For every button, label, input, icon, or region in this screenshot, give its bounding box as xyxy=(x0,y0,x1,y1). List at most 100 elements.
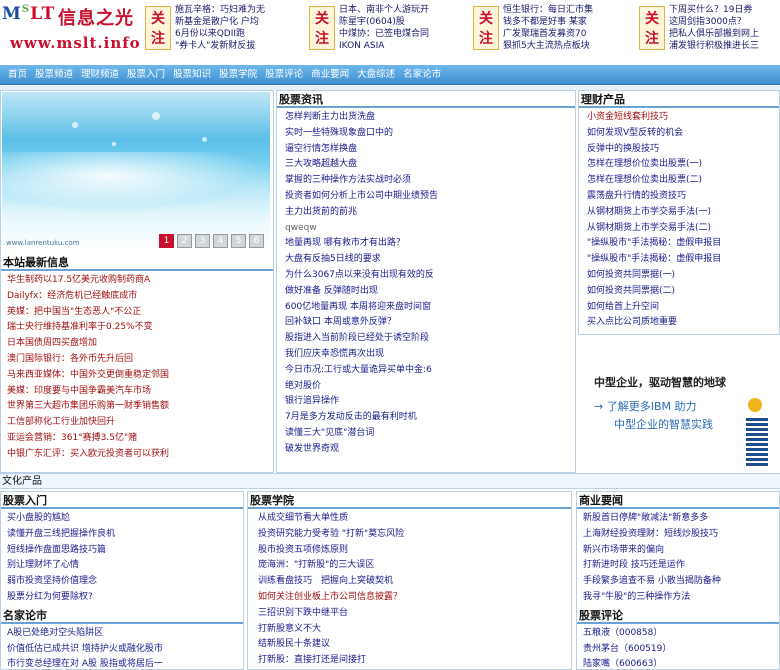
focus-link[interactable]: 广发聚瑞首发募资70 xyxy=(503,28,593,40)
stock-news-link[interactable]: 逼空行情怎样换盘 xyxy=(285,142,575,158)
stock-news-link[interactable]: 做好准备 反弹随时出现 xyxy=(285,284,575,300)
latest-link[interactable]: 澳门国际银行：各外币先升后回 xyxy=(7,352,273,368)
nav-stock-channel[interactable]: 股票频道 xyxy=(31,65,77,85)
academy-link[interactable]: 如何关注创业板上市公司信息披露？ xyxy=(258,590,571,606)
slide-page-button[interactable]: 1 xyxy=(159,234,174,248)
focus-link[interactable]: IKON ASIA xyxy=(339,40,429,52)
stock-news-link[interactable]: 绝对股价 xyxy=(285,379,575,395)
academy-link[interactable]: 股市投资五项修炼原则 xyxy=(258,543,571,559)
academy-link[interactable]: 三招识别下跌中继平台 xyxy=(258,606,571,622)
finance-link[interactable]: "操纵股市"手法揭秘：虚假申报目 xyxy=(587,252,779,268)
latest-link[interactable]: 瑞士央行维持基准利率于0.25%不变 xyxy=(7,320,273,336)
mingjia-link[interactable]: 市行变总经理在对 A股 股指或将居后一 xyxy=(7,657,243,670)
business-news-link[interactable]: 新股首日停牌"敞减法"新意多多 xyxy=(583,511,779,527)
academy-link[interactable]: 打新股意义不大 xyxy=(258,622,571,638)
slideshow-image[interactable]: www.lanrentuku.com 1 2 3 4 5 6 xyxy=(2,92,270,252)
nav-home[interactable]: 首页 xyxy=(4,65,31,85)
latest-link[interactable]: 华生制药以17.5亿美元收购制药商A xyxy=(7,273,273,289)
business-news-link[interactable]: 手段繁多追查不易 小散当揭防备种 xyxy=(583,574,779,590)
finance-link[interactable]: 如何投资共同票据(二) xyxy=(587,284,779,300)
stock-news-link[interactable]: 600亿地量再现 本周将迎来盘时间窗 xyxy=(285,300,575,316)
stock-news-link[interactable]: 实时一些特殊现象盘口中的 xyxy=(285,126,575,142)
rumen-link[interactable]: 别让理财坏了心情 xyxy=(7,558,243,574)
latest-link[interactable]: 工信部称化工行业加快回升 xyxy=(7,415,273,431)
nav-stock-academy[interactable]: 股票学院 xyxy=(215,65,261,85)
business-news-link[interactable]: 新兴市场带来的偏向 xyxy=(583,543,779,559)
stock-news-link[interactable]: 回补缺口 本周或意外反弹？ xyxy=(285,315,575,331)
latest-link[interactable]: Dailyfx：经济危机已经触底成市 xyxy=(7,289,273,305)
nav-stock-knowledge[interactable]: 股票知识 xyxy=(169,65,215,85)
stock-news-link[interactable]: 银行追异操作 xyxy=(285,394,575,410)
nav-market-summary[interactable]: 大盘综述 xyxy=(353,65,399,85)
focus-link[interactable]: 施瓦辛格：巧妇难为无 xyxy=(175,4,265,16)
latest-link[interactable]: 英媒：把中国当"生态恶人"不公正 xyxy=(7,305,273,321)
slide-page-button[interactable]: 6 xyxy=(249,234,264,248)
mingjia-link[interactable]: A股已处绝对空头陷阱区 xyxy=(7,626,243,642)
business-news-link[interactable]: 我寻"牛股"的三种操作方法 xyxy=(583,590,779,606)
academy-link[interactable]: 打新股：直接打还是间接打 xyxy=(258,653,571,669)
category-bar-label[interactable]: 文化产品 xyxy=(0,476,42,487)
focus-link[interactable]: 这周剑指3000点？ xyxy=(669,16,759,28)
review-link[interactable]: 五粮液（000858） xyxy=(583,626,779,642)
slide-page-button[interactable]: 5 xyxy=(231,234,246,248)
slide-page-button[interactable]: 4 xyxy=(213,234,228,248)
focus-link[interactable]: 狠抓5大主流热点板块 xyxy=(503,40,593,52)
rumen-link[interactable]: 读懂开盘三线把握操作良机 xyxy=(7,527,243,543)
stock-news-link[interactable]: 掌握的三种操作方法实战时必须 xyxy=(285,173,575,189)
slide-page-button[interactable]: 3 xyxy=(195,234,210,248)
latest-link[interactable]: 亚运会营销：361°赛搏3.5亿"赌 xyxy=(7,431,273,447)
nav-stock-intro[interactable]: 股票入门 xyxy=(123,65,169,85)
finance-link[interactable]: 买入点比公司质地重要 xyxy=(587,315,779,331)
stock-news-link[interactable]: 我们应庆幸恐慌再次出现 xyxy=(285,347,575,363)
stock-news-link[interactable]: 怎样判断主力出货洗盘 xyxy=(285,110,575,126)
rumen-link[interactable]: 买小盘股的尴尬 xyxy=(7,511,243,527)
stock-news-link[interactable]: qweqw xyxy=(285,221,575,237)
focus-link[interactable]: 下周买什么？19日券 xyxy=(669,4,759,16)
academy-link[interactable]: 训练看盘技巧 把握向上突破契机 xyxy=(258,574,571,590)
stock-news-link[interactable]: 今日市况:工行或大量诡异买单中金:6 xyxy=(285,363,575,379)
finance-link[interactable]: 如何给首上升空间 xyxy=(587,300,779,316)
finance-link[interactable]: 反弹中的换股技巧 xyxy=(587,142,779,158)
latest-link[interactable]: 世界第三大超市集团乐购第一财季销售额 xyxy=(7,399,273,415)
review-link[interactable]: 贵州茅台（600519） xyxy=(583,642,779,658)
academy-link[interactable]: 从成交细节看大单性质 xyxy=(258,511,571,527)
focus-link[interactable]: "券卡人"发新财反拔 xyxy=(175,40,265,52)
finance-link[interactable]: 震荡盘升行情的投资技巧 xyxy=(587,189,779,205)
stock-news-link[interactable]: 大盘有反抽5日线的要求 xyxy=(285,252,575,268)
finance-link[interactable]: 怎样在理想价位卖出股票(二) xyxy=(587,173,779,189)
finance-link[interactable]: 从钢材期货上市学交易手法(二) xyxy=(587,221,779,237)
finance-link[interactable]: 如何发现V型反转的机会 xyxy=(587,126,779,142)
focus-link[interactable]: 日本、南非个人游玩开 xyxy=(339,4,429,16)
ibm-advertisement[interactable]: 中型企业，驱动智慧的地球 → 了解更多IBM 助力 中型企业的智慧实践 xyxy=(580,338,778,473)
business-news-link[interactable]: 上海财经投资理财：短线炒股技巧 xyxy=(583,527,779,543)
focus-link[interactable]: 恒生银行：每日汇市集 xyxy=(503,4,593,16)
finance-link[interactable]: 怎样在理想价位卖出股票(一) xyxy=(587,157,779,173)
focus-link[interactable]: 把私人俱乐部搬到网上 xyxy=(669,28,759,40)
latest-link[interactable]: 美媒：印度要与中国争霸美汽车市场 xyxy=(7,384,273,400)
finance-link[interactable]: 从钢材期货上市学交易手法(一) xyxy=(587,205,779,221)
academy-link[interactable]: 投资研究能力受考验 "打新"莫忘风险 xyxy=(258,527,571,543)
latest-link[interactable]: 马来西亚媒体：中国外交更倒重稳定邻国 xyxy=(7,368,273,384)
stock-news-link[interactable]: 股指进入当前阶段已经处于诱空阶段 xyxy=(285,331,575,347)
nav-business-news[interactable]: 商业要闻 xyxy=(307,65,353,85)
stock-news-link[interactable]: 地量再现 哪有救市才有出路？ xyxy=(285,236,575,252)
slide-page-button[interactable]: 2 xyxy=(177,234,192,248)
stock-news-link[interactable]: 投资者如何分析上市公司中期业绩预告 xyxy=(285,189,575,205)
latest-link[interactable]: 中银广东汇评：买入欧元投资者可以获利 xyxy=(7,447,273,463)
latest-link[interactable]: 日本国债周四买盘增加 xyxy=(7,336,273,352)
academy-link[interactable]: 庞海洲："打新股"的三大误区 xyxy=(258,558,571,574)
focus-link[interactable]: 浦发银行积极推进长三 xyxy=(669,40,759,52)
stock-news-link[interactable]: 7月是多方发动反击的最有利时机 xyxy=(285,410,575,426)
stock-news-link[interactable]: 读懂三大"见底"潜台词 xyxy=(285,426,575,442)
focus-link[interactable]: 中煤协：已签电煤合同 xyxy=(339,28,429,40)
stock-news-link[interactable]: 为什么3067点以来没有出现有效的反 xyxy=(285,268,575,284)
nav-finance-channel[interactable]: 理财频道 xyxy=(77,65,123,85)
finance-link[interactable]: "操纵股市"手法揭秘：虚假申报目 xyxy=(587,236,779,252)
focus-link[interactable]: 陈星宇(0604)股 xyxy=(339,16,429,28)
nav-stock-review[interactable]: 股票评论 xyxy=(261,65,307,85)
focus-link[interactable]: 新基金是散户化 户均 xyxy=(175,16,265,28)
finance-link[interactable]: 如何投资共同票据(一) xyxy=(587,268,779,284)
stock-news-link[interactable]: 三大攻略超越大盘 xyxy=(285,157,575,173)
rumen-link[interactable]: 短线操作盘面思路技巧篇 xyxy=(7,543,243,559)
nav-expert-views[interactable]: 名家论市 xyxy=(399,65,445,85)
